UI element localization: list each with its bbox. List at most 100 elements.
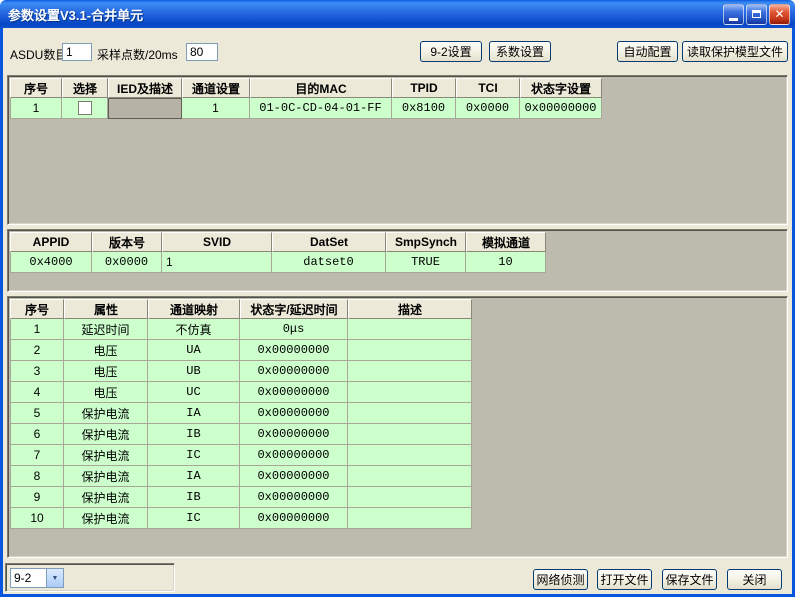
mode-dropdown-value: 9-2	[11, 569, 46, 587]
cell[interactable]	[348, 319, 472, 340]
cell[interactable]: IC	[148, 508, 240, 529]
column-header: 状态字设置	[520, 78, 602, 98]
titlebar-buttons: ✕	[723, 4, 795, 25]
cell[interactable]: IC	[148, 445, 240, 466]
ied-grid-panel: 序号 选择 IED及描述 通道设置 目的MAC TPID TCI 状态字设置 1…	[7, 75, 788, 225]
cell[interactable]: 保护电流	[64, 508, 148, 529]
cell[interactable]: 保护电流	[64, 487, 148, 508]
column-header: TPID	[392, 78, 456, 98]
cell[interactable]: 0x00000000	[240, 487, 348, 508]
cell[interactable]	[348, 508, 472, 529]
dropdown-arrow-icon[interactable]: ▼	[46, 569, 63, 587]
column-header: APPID	[10, 232, 92, 252]
cell[interactable]: 4	[10, 382, 64, 403]
cell[interactable]: 延迟时间	[64, 319, 148, 340]
cell[interactable]	[348, 466, 472, 487]
cell[interactable]	[348, 361, 472, 382]
cell-tci[interactable]: 0x0000	[456, 98, 520, 119]
cell[interactable]: 0x00000000	[240, 424, 348, 445]
cell-ied-desc[interactable]	[108, 98, 182, 119]
cell[interactable]	[348, 424, 472, 445]
channel-grid-panel: 序号 属性 通道映射 状态字/延迟时间 描述 1延迟时间不仿真0μs2电压UA0…	[7, 296, 788, 558]
cell[interactable]: 0x00000000	[240, 382, 348, 403]
cell[interactable]: 1	[10, 319, 64, 340]
table-row: 8保护电流IA0x00000000	[10, 466, 472, 487]
sample-points-input[interactable]	[186, 43, 218, 61]
cell[interactable]: IB	[148, 424, 240, 445]
cell-tpid[interactable]: 0x8100	[392, 98, 456, 119]
asdu-count-label: ASDU数目	[10, 46, 67, 63]
sample-points-label: 采样点数/20ms	[97, 46, 178, 63]
cell[interactable]: 7	[10, 445, 64, 466]
cell[interactable]: 电压	[64, 361, 148, 382]
cell[interactable]: IB	[148, 487, 240, 508]
table-row: 1 1 01-0C-CD-04-01-FF 0x8100 0x0000 0x00…	[10, 98, 602, 119]
cell[interactable]: IA	[148, 466, 240, 487]
table-row: 7保护电流IC0x00000000	[10, 445, 472, 466]
cell-smpsynch[interactable]: TRUE	[386, 252, 466, 273]
cell[interactable]: 9	[10, 487, 64, 508]
mode-dropdown[interactable]: 9-2 ▼	[10, 568, 64, 588]
cell[interactable]: 电压	[64, 340, 148, 361]
cell[interactable]: 5	[10, 403, 64, 424]
column-header: 目的MAC	[250, 78, 392, 98]
maximize-button[interactable]	[746, 4, 767, 25]
column-header: DatSet	[272, 232, 386, 252]
minimize-button[interactable]	[723, 4, 744, 25]
cell[interactable]: 0μs	[240, 319, 348, 340]
cell-select[interactable]	[62, 98, 108, 119]
coefficient-settings-button[interactable]: 系数设置	[489, 41, 551, 62]
sv92-settings-button[interactable]: 9-2设置	[420, 41, 482, 62]
asdu-count-input[interactable]	[62, 43, 92, 61]
cell[interactable]	[348, 487, 472, 508]
cell[interactable]	[348, 340, 472, 361]
titlebar-close-button[interactable]: ✕	[769, 4, 790, 25]
select-checkbox[interactable]	[78, 101, 92, 115]
cell[interactable]	[348, 382, 472, 403]
cell[interactable]: 3	[10, 361, 64, 382]
cell-svid[interactable]: 1	[162, 252, 272, 273]
read-protection-model-button[interactable]: 读取保护模型文件	[682, 41, 788, 62]
channel-table-body: 1延迟时间不仿真0μs2电压UA0x000000003电压UB0x0000000…	[10, 319, 472, 529]
network-detect-button[interactable]: 网络侦测	[533, 569, 588, 590]
cell[interactable]: 0x00000000	[240, 466, 348, 487]
close-button[interactable]: 关闭	[727, 569, 782, 590]
open-file-button[interactable]: 打开文件	[597, 569, 652, 590]
cell-analog-channels[interactable]: 10	[466, 252, 546, 273]
cell-appid[interactable]: 0x4000	[10, 252, 92, 273]
maximize-icon	[752, 10, 761, 18]
cell[interactable]: 8	[10, 466, 64, 487]
cell-version[interactable]: 0x0000	[92, 252, 162, 273]
cell[interactable]: 0x00000000	[240, 361, 348, 382]
cell[interactable]: 保护电流	[64, 403, 148, 424]
cell[interactable]: 0x00000000	[240, 403, 348, 424]
cell-channel-setting[interactable]: 1	[182, 98, 250, 119]
ied-table: 序号 选择 IED及描述 通道设置 目的MAC TPID TCI 状态字设置 1…	[10, 78, 602, 119]
cell[interactable]: 6	[10, 424, 64, 445]
titlebar[interactable]: 参数设置V3.1-合并单元 ✕	[0, 0, 795, 28]
cell[interactable]: 保护电流	[64, 466, 148, 487]
cell[interactable]: 保护电流	[64, 445, 148, 466]
cell[interactable]: 0x00000000	[240, 445, 348, 466]
cell-dest-mac[interactable]: 01-0C-CD-04-01-FF	[250, 98, 392, 119]
cell[interactable]	[348, 403, 472, 424]
cell[interactable]: 10	[10, 508, 64, 529]
cell[interactable]: UC	[148, 382, 240, 403]
auto-config-button[interactable]: 自动配置	[617, 41, 678, 62]
cell[interactable]: 不仿真	[148, 319, 240, 340]
cell-status-word[interactable]: 0x00000000	[520, 98, 602, 119]
column-header: 序号	[10, 299, 64, 319]
cell-datset[interactable]: datset0	[272, 252, 386, 273]
cell-serial[interactable]: 1	[10, 98, 62, 119]
cell[interactable]	[348, 445, 472, 466]
cell[interactable]: IA	[148, 403, 240, 424]
cell[interactable]: 0x00000000	[240, 508, 348, 529]
cell[interactable]: 0x00000000	[240, 340, 348, 361]
cell[interactable]: 2	[10, 340, 64, 361]
cell[interactable]: 保护电流	[64, 424, 148, 445]
cell[interactable]: UB	[148, 361, 240, 382]
cell[interactable]: UA	[148, 340, 240, 361]
cell[interactable]: 电压	[64, 382, 148, 403]
column-header: TCI	[456, 78, 520, 98]
save-file-button[interactable]: 保存文件	[662, 569, 717, 590]
